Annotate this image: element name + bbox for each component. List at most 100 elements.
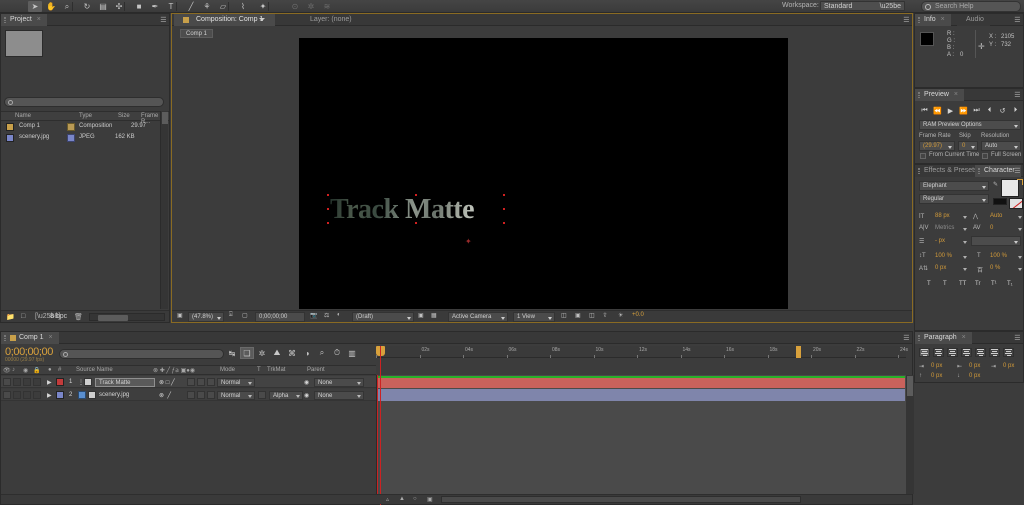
transport-button-0[interactable]: ⏮ (918, 105, 931, 116)
font-style-selector[interactable]: Regular (919, 194, 989, 204)
timeline-switch-4[interactable]: ⌘ (285, 347, 299, 359)
table-row[interactable]: ▶ 2 scenery.jpg ⊗ ╱ Normal Alpha ◉ None (1, 389, 376, 401)
lock-toggle[interactable] (33, 391, 41, 399)
close-icon[interactable]: × (962, 334, 966, 341)
font-size-value[interactable]: 88 px (935, 213, 950, 219)
timeline-search-input[interactable] (59, 349, 224, 359)
camera-view-selector[interactable]: Active Camera (448, 312, 508, 322)
frame-rate-selector[interactable]: (29.97) (919, 141, 955, 151)
timeline-switch-8[interactable]: ▥ (345, 347, 359, 359)
timeline-switch-6[interactable]: ⌕ (315, 347, 329, 359)
hand-tool[interactable]: ✋ (44, 1, 58, 12)
close-icon[interactable]: × (941, 16, 945, 23)
vertical-scale-value[interactable]: 100 % (935, 253, 952, 259)
channel-icon[interactable]: ◐ (337, 312, 341, 318)
text-layer-selection[interactable]: Track Matte (327, 194, 505, 226)
solo-toggle[interactable] (23, 391, 31, 399)
column-size[interactable]: Size (118, 113, 130, 119)
tsume-value[interactable]: 0 % (990, 265, 1000, 271)
align-justify-last-right-button[interactable] (989, 348, 1000, 357)
solo-toggle[interactable] (23, 378, 31, 386)
switch-box[interactable] (197, 391, 205, 399)
chevron-down-icon[interactable] (963, 268, 967, 271)
tab-info[interactable]: Info × (915, 14, 951, 26)
chevron-down-icon[interactable] (259, 18, 265, 21)
panel-menu-icon[interactable]: ☰ (160, 16, 166, 24)
timeline-switch-2[interactable]: ✲ (255, 347, 269, 359)
selection-handle[interactable] (327, 208, 329, 210)
rectangle-tool[interactable]: ■ (132, 1, 146, 12)
toggle-mask-icon[interactable]: ▦ (431, 312, 437, 319)
stroke-width-value[interactable]: - px (935, 238, 945, 244)
chevron-down-icon[interactable] (963, 228, 967, 231)
new-comp-icon[interactable]: □ (21, 313, 25, 320)
current-time-field[interactable]: 0;00;00;00 (255, 312, 305, 322)
chevron-down-icon[interactable] (1018, 216, 1022, 219)
column-source-name[interactable]: Source Name (76, 367, 113, 373)
column-trkmat[interactable]: TrkMat (267, 367, 285, 373)
font-family-selector[interactable]: Elephant (919, 181, 989, 191)
close-icon[interactable]: × (37, 16, 41, 23)
current-time-indicator[interactable] (377, 375, 378, 494)
switch-box[interactable] (207, 391, 215, 399)
skip-selector[interactable]: 0 (958, 141, 978, 151)
chevron-down-icon[interactable] (1018, 228, 1022, 231)
indent-first-value[interactable]: 0 px (1003, 363, 1014, 369)
composition-viewer-canvas[interactable]: Track Matte ✦ (299, 38, 788, 309)
switch-box[interactable] (197, 378, 205, 386)
transport-button-5[interactable]: ⏴ (983, 105, 996, 116)
exposure-value[interactable]: +0.0 (632, 312, 644, 318)
align-left-button[interactable] (919, 348, 930, 357)
character-style-button[interactable]: TT (959, 281, 966, 287)
selection-handle[interactable] (503, 194, 505, 196)
chevron-down-icon[interactable] (963, 216, 967, 219)
snapshot-icon[interactable]: 📷 (310, 312, 317, 319)
column-mode[interactable]: Mode (220, 367, 235, 373)
panel-menu-icon[interactable]: ☰ (903, 334, 909, 342)
camera-tool[interactable]: ▤ (96, 1, 110, 12)
pen-tool[interactable]: ✒ (148, 1, 162, 12)
anchor-point-icon[interactable]: ✦ (465, 237, 472, 246)
stroke-color-swatch[interactable] (993, 198, 1007, 205)
clone-stamp-tool[interactable]: ⚘ (200, 1, 214, 12)
rotation-tool[interactable]: ↻ (80, 1, 94, 12)
video-toggle[interactable] (3, 378, 11, 386)
character-style-button[interactable]: T (943, 281, 947, 287)
selection-handle[interactable] (503, 208, 505, 210)
video-toggle[interactable] (3, 391, 11, 399)
character-style-button[interactable]: T (927, 281, 931, 287)
selection-handle[interactable] (327, 194, 329, 196)
project-item-comp1[interactable]: Comp 1 Composition 29.97 (1, 122, 169, 131)
exposure-icon[interactable]: ☀ (618, 312, 623, 319)
chevron-down-icon[interactable] (1018, 256, 1022, 259)
switch-box[interactable] (187, 378, 195, 386)
close-icon[interactable]: × (954, 91, 958, 98)
parent-selector[interactable]: None (314, 391, 364, 400)
tab-preview[interactable]: Preview × (915, 89, 964, 101)
table-row[interactable]: ▶ 1 ⋮ Track Matte ⊗ □ ╱ Normal ◉ None (1, 376, 376, 388)
layer-name[interactable]: scenery.jpg (99, 392, 129, 398)
project-search-input[interactable] (4, 97, 164, 107)
selection-handle[interactable] (415, 194, 417, 196)
tab-paragraph[interactable]: Paragraph × (915, 332, 972, 344)
scroll-thumb[interactable] (98, 315, 128, 321)
layer-color-swatch[interactable] (56, 391, 64, 399)
layer-duration-bar[interactable] (377, 389, 905, 401)
audio-toggle[interactable] (13, 391, 21, 399)
close-icon[interactable]: × (48, 334, 52, 341)
timeline-switch-5[interactable]: ◑ (300, 347, 314, 359)
timeline-switch-1[interactable]: ❑ (240, 347, 254, 359)
from-current-time-checkbox[interactable] (920, 153, 926, 159)
swap-colors-icon[interactable] (1016, 179, 1023, 186)
pixel-aspect-icon[interactable]: ◫ (561, 312, 567, 319)
character-style-button[interactable]: Tr (975, 281, 980, 287)
show-snapshot-icon[interactable]: ⚖ (324, 312, 329, 319)
ram-preview-options-selector[interactable]: RAM Preview Options (919, 120, 1021, 130)
column-t[interactable]: T (257, 367, 261, 373)
region-of-interest-icon[interactable]: ⌻ (229, 312, 233, 319)
tab-layer-none[interactable]: Layer: (none) (290, 14, 372, 26)
scroll-thumb[interactable] (907, 376, 913, 396)
tab-timeline-comp1[interactable]: Comp 1 × (1, 332, 59, 344)
new-folder-icon[interactable]: 📁 (6, 313, 15, 321)
transport-button-3[interactable]: ⏩ (957, 105, 970, 116)
